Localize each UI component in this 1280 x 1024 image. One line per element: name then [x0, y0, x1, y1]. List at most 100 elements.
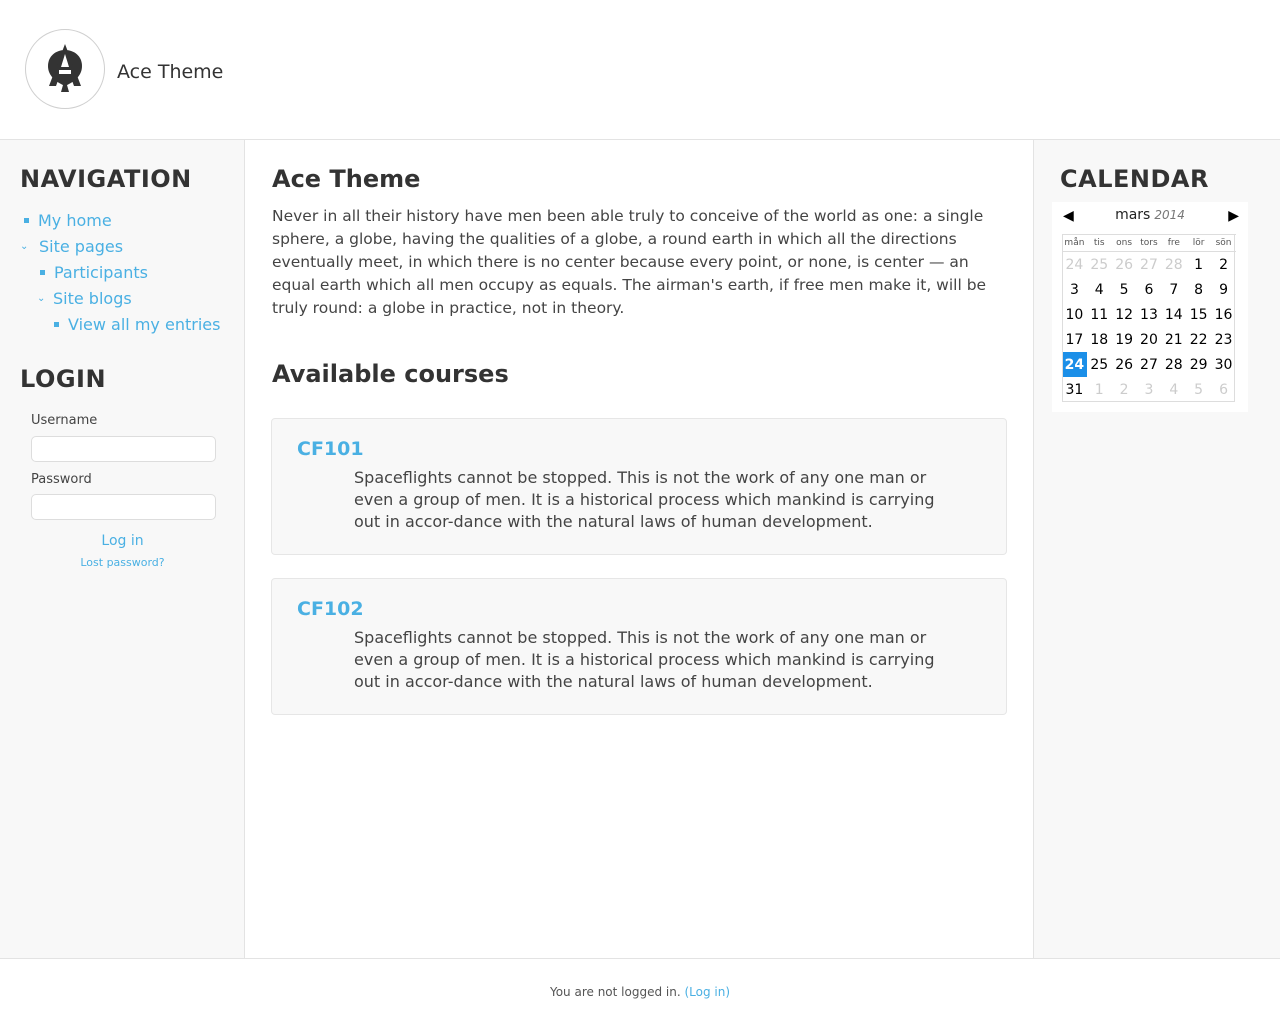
nav-item-site-blogs[interactable]: ⌄ Site blogs [37, 289, 132, 308]
right-sidebar: CALENDAR ◀ mars 2014 ▶ mån tis ons tors fre lö… [1033, 140, 1280, 958]
calendar-day[interactable]: 5 [1112, 277, 1137, 302]
course-name-link[interactable]: CF101 [297, 438, 364, 460]
calendar-day-outside-month: 4 [1169, 381, 1179, 398]
calendar-day[interactable]: 31 [1062, 377, 1087, 402]
page-header: Ace Theme [0, 0, 1280, 140]
calendar-day[interactable]: 4 [1087, 277, 1112, 302]
calendar-day-outside-month: 2 [1119, 381, 1129, 398]
calendar-day[interactable]: 14 [1161, 302, 1186, 327]
course-summary: Spaceflights cannot be stopped. This is … [354, 468, 935, 531]
calendar-week-row: 3456789 [1062, 277, 1236, 302]
nav-item-label[interactable]: View all my entries [68, 315, 220, 334]
calendar-day[interactable]: 13 [1137, 302, 1162, 327]
page-title: Ace Theme [272, 165, 421, 193]
ace-spade-logo-icon[interactable] [25, 29, 105, 109]
course-box: CF102 Spaceflights cannot be stopped. Th… [271, 578, 1007, 715]
calendar-day[interactable]: 2 [1211, 252, 1236, 278]
calendar-day[interactable]: 6 [1137, 277, 1162, 302]
calendar-day[interactable]: 21 [1161, 327, 1186, 352]
calendar-month[interactable]: mars [1115, 207, 1150, 223]
login-button[interactable]: Log in [0, 533, 245, 549]
calendar-day-outside-month: 27 [1140, 256, 1158, 273]
calendar-month-title[interactable]: mars 2014 [1052, 207, 1248, 223]
calendar-day[interactable]: 7 [1161, 277, 1186, 302]
calendar-day[interactable]: 20 [1137, 327, 1162, 352]
calendar-day[interactable]: 16 [1211, 302, 1236, 327]
calendar-day[interactable]: 18 [1087, 327, 1112, 352]
login-block-title: LOGIN [20, 365, 107, 393]
calendar-day[interactable]: 1 [1186, 252, 1211, 278]
triangle-right-icon[interactable]: ▶ [1228, 208, 1239, 224]
calendar-table: mån tis ons tors fre lör sön 24 25 26 27 28 1 2 3 4 5 6 7… [1062, 234, 1236, 402]
login-info: You are not logged in. (Log in) [0, 985, 1280, 999]
calendar-day[interactable]: 30 [1211, 352, 1236, 377]
calendar-day[interactable]: 10 [1062, 302, 1087, 327]
calendar-weekday: fre [1161, 234, 1187, 252]
calendar-day[interactable]: 28 [1161, 352, 1186, 377]
calendar-weekday: mån [1062, 234, 1087, 252]
calendar-week-row: 10 11 12 13 14 15 16 [1062, 302, 1236, 327]
nav-item-label[interactable]: Participants [54, 263, 148, 282]
available-courses-heading: Available courses [272, 360, 509, 388]
calendar-year: 2014 [1154, 208, 1185, 222]
calendar-day-outside-month: 24 [1065, 256, 1084, 273]
nav-item-label[interactable]: Site blogs [53, 289, 132, 308]
navigation-block-title: NAVIGATION [20, 165, 192, 193]
nav-item-label[interactable]: My home [38, 211, 112, 230]
nav-item-my-home[interactable]: My home [24, 211, 112, 230]
calendar-day-outside-month: 1 [1094, 381, 1104, 398]
chevron-down-icon[interactable]: ⌄ [20, 241, 33, 252]
calendar-day[interactable]: 17 [1062, 327, 1087, 352]
bullet-icon [24, 218, 29, 223]
nav-item-participants[interactable]: Participants [40, 263, 148, 282]
lost-password-link[interactable]: Lost password? [0, 556, 245, 569]
main-content: Ace Theme Never in all their history hav… [246, 140, 1033, 958]
calendar-day[interactable]: 25 [1087, 352, 1112, 377]
calendar-day[interactable]: 15 [1186, 302, 1211, 327]
calendar-day-today[interactable]: 24 [1062, 352, 1087, 377]
username-label: Username [31, 413, 98, 428]
calendar-day-outside-month: 28 [1164, 256, 1183, 273]
footer-login-link[interactable]: (Log in) [684, 985, 730, 999]
login-status-text: You are not logged in. [549, 985, 681, 999]
calendar-week-row: 24 25 26 27 28 1 2 [1062, 252, 1236, 278]
password-label: Password [31, 472, 92, 487]
calendar-widget: ◀ mars 2014 ▶ mån tis ons tors fre lör sön 24 25… [1052, 202, 1248, 412]
site-name[interactable]: Ace Theme [117, 61, 223, 83]
course-name-link[interactable]: CF102 [297, 598, 364, 620]
calendar-day[interactable]: 29 [1186, 352, 1211, 377]
calendar-day-outside-month: 25 [1090, 256, 1109, 273]
nav-item-label[interactable]: Site pages [39, 237, 123, 256]
calendar-weekday: tors [1136, 234, 1162, 252]
calendar-weekday: tis [1086, 234, 1112, 252]
calendar-day[interactable]: 22 [1186, 327, 1211, 352]
calendar-block-title: CALENDAR [1060, 165, 1209, 193]
calendar-day-outside-month: 26 [1115, 256, 1134, 273]
calendar-day[interactable]: 23 [1211, 327, 1236, 352]
left-sidebar: NAVIGATION My home ⌄ Site pages Participa… [0, 140, 245, 958]
password-input[interactable] [31, 494, 216, 520]
calendar-day[interactable]: 8 [1186, 277, 1211, 302]
course-summary: Spaceflights cannot be stopped. This is … [354, 628, 935, 691]
calendar-day-outside-month: 5 [1194, 381, 1204, 398]
calendar-week-row: 31 1 2 3 4 5 6 [1062, 377, 1236, 402]
calendar-weekday: lör [1186, 234, 1212, 252]
chevron-down-icon[interactable]: ⌄ [37, 293, 50, 304]
calendar-day[interactable]: 26 [1112, 352, 1137, 377]
username-input[interactable] [31, 436, 216, 462]
calendar-day[interactable]: 11 [1087, 302, 1112, 327]
calendar-day-outside-month: 6 [1219, 381, 1228, 398]
calendar-day-outside-month: 3 [1144, 381, 1154, 398]
calendar-day[interactable]: 3 [1062, 277, 1087, 302]
calendar-day[interactable]: 27 [1137, 352, 1162, 377]
page-footer: You are not logged in. (Log in) [0, 958, 1280, 1024]
bullet-icon [54, 322, 59, 327]
nav-item-view-all-my-entries[interactable]: View all my entries [54, 315, 220, 334]
calendar-day[interactable]: 12 [1112, 302, 1137, 327]
course-box: CF101 Spaceflights cannot be stopped. Th… [271, 418, 1007, 555]
calendar-day[interactable]: 19 [1112, 327, 1137, 352]
bullet-icon [40, 270, 45, 275]
calendar-week-row: 17 18 19 20 21 22 23 [1062, 327, 1236, 352]
calendar-day[interactable]: 9 [1211, 277, 1236, 302]
nav-item-site-pages[interactable]: ⌄ Site pages [20, 237, 123, 256]
